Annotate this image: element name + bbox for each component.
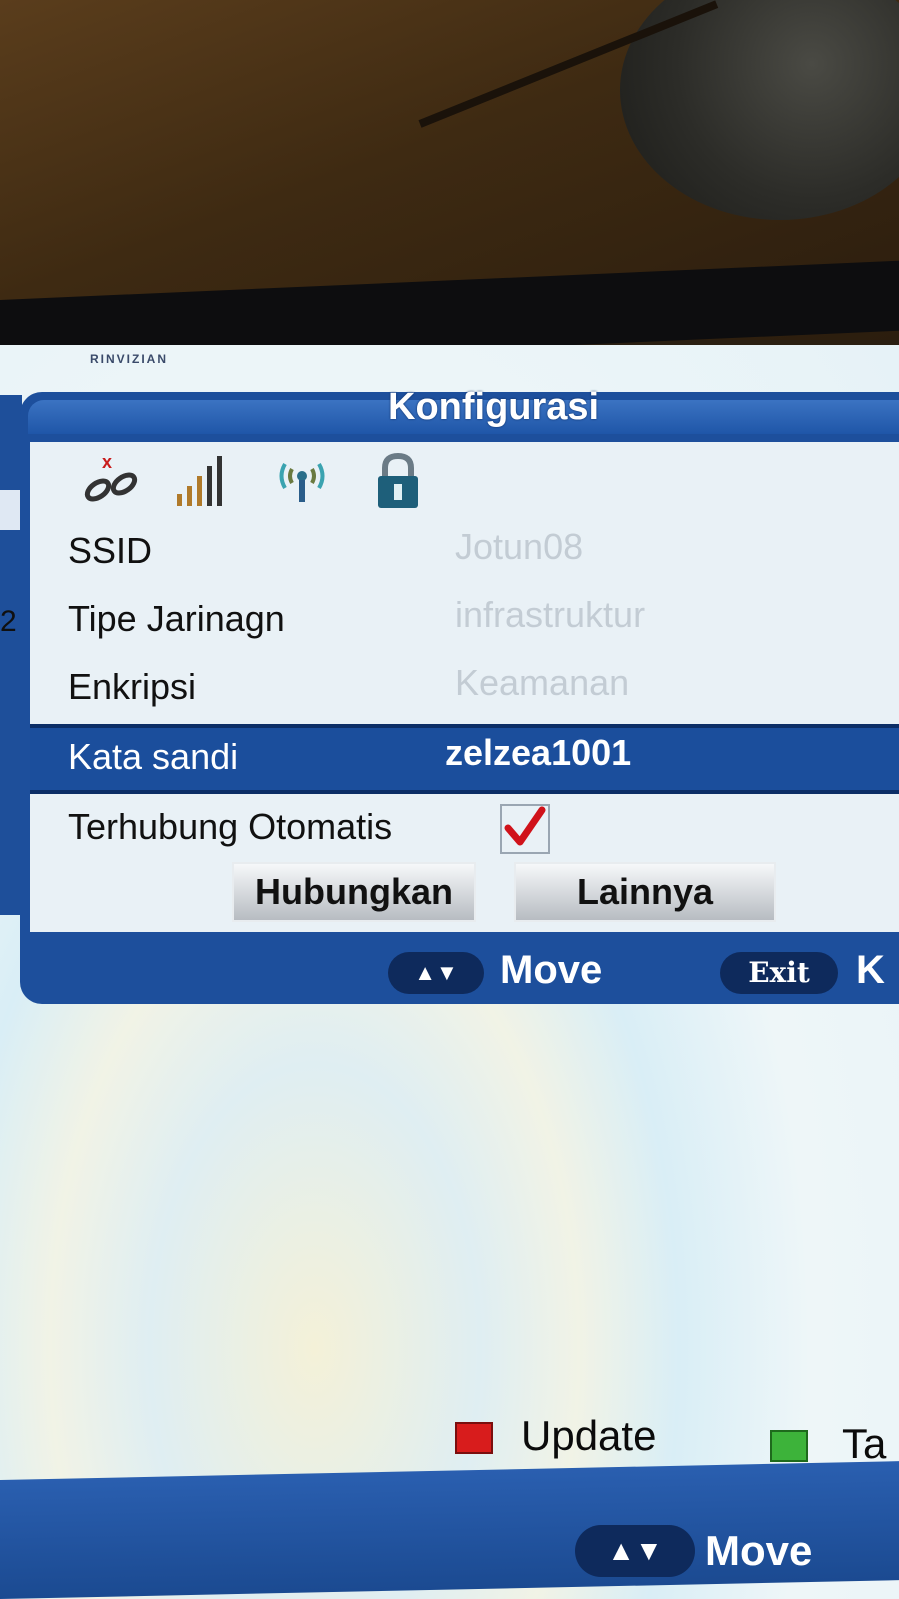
exit-key-hint: Exit — [720, 952, 838, 994]
field-value: Jotun08 — [455, 526, 584, 567]
button-row: Hubungkan Lainnya — [30, 862, 899, 928]
dialog-titlebar: Konfigurasi — [28, 386, 899, 434]
signal-bars-icon — [175, 452, 225, 513]
red-key-icon — [455, 1422, 493, 1454]
field-value: infrastruktur — [455, 594, 646, 635]
field-row-encryption[interactable]: Enkripsi Keamanan — [30, 658, 899, 720]
background-menu-highlight — [0, 490, 22, 530]
top-strip-text: RINVIZIAN — [90, 352, 168, 366]
wifi-antenna-icon — [275, 452, 329, 513]
field-row-password[interactable]: Kata sandi zelzea1001 — [30, 724, 899, 794]
configuration-dialog: Konfigurasi x SSID Jotun08 Tipe Jarinagn… — [20, 386, 899, 1004]
background-menu-number: 2 — [0, 605, 17, 638]
connect-button[interactable]: Hubungkan — [232, 862, 476, 922]
link-broken-icon: x — [80, 452, 142, 509]
dialog-footer: ▲▼ Move Exit K — [20, 940, 899, 1000]
field-row-network-type[interactable]: Tipe Jarinagn infrastruktur — [30, 590, 899, 652]
lock-icon — [372, 452, 424, 515]
green-key-icon — [770, 1430, 808, 1462]
auto-connect-checkbox[interactable] — [500, 804, 550, 854]
exit-label: K — [856, 948, 885, 992]
svg-text:x: x — [102, 452, 112, 472]
background-object — [620, 0, 899, 220]
move-label: Move — [500, 948, 603, 992]
background-menu-edge — [0, 395, 22, 915]
auto-connect-label: Terhubung Otomatis — [68, 806, 393, 847]
field-label: Enkripsi — [68, 666, 197, 707]
update-label: Update — [521, 1412, 657, 1459]
field-label: SSID — [68, 530, 153, 571]
checkmark-icon — [504, 806, 546, 846]
field-label: Tipe Jarinagn — [68, 598, 285, 639]
auto-connect-row[interactable]: Terhubung Otomatis — [30, 798, 899, 860]
bottom-move-label: Move — [705, 1527, 813, 1574]
field-label: Kata sandi — [68, 736, 239, 777]
dialog-panel: x SSID Jotun08 Tipe Jarinagn infrastrukt… — [30, 442, 899, 932]
other-button[interactable]: Lainnya — [514, 862, 776, 922]
bottom-move-key: ▲▼ — [575, 1525, 695, 1577]
password-value: zelzea1001 — [445, 732, 632, 773]
move-key-hint: ▲▼ — [388, 952, 484, 994]
field-value: Keamanan — [455, 662, 630, 703]
field-row-ssid[interactable]: SSID Jotun08 — [30, 522, 899, 584]
dialog-title: Konfigurasi — [388, 386, 600, 428]
